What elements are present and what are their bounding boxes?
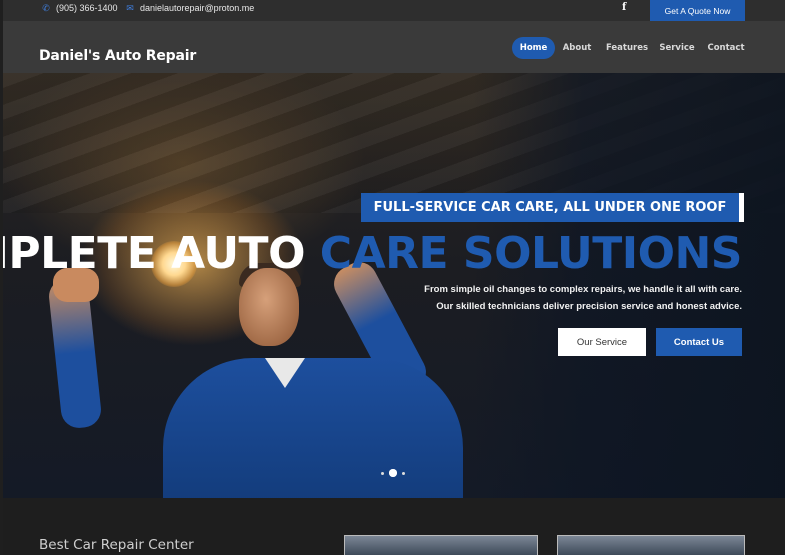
mechanic-figure <box>163 358 463 498</box>
top-bar: ✆ (905) 366-1400 ✉ danielautorepair@prot… <box>3 0 785 21</box>
hero-description-line-2: Our skilled technicians deliver precisio… <box>436 301 742 312</box>
slider-dot[interactable] <box>381 471 384 475</box>
slider-dot-active[interactable] <box>389 469 397 477</box>
page: ✆ (905) 366-1400 ✉ danielautorepair@prot… <box>3 0 785 555</box>
section-title: Best Car Repair Center <box>39 537 194 553</box>
email-address: danielautorepair@proton.me <box>140 3 255 13</box>
phone-number: (905) 366-1400 <box>56 3 118 13</box>
section-image <box>344 535 538 555</box>
get-quote-button[interactable]: Get A Quote Now <box>650 0 745 21</box>
site-brand[interactable]: Daniel's Auto Repair <box>39 48 196 64</box>
hero-tagline: FULL-SERVICE CAR CARE, ALL UNDER ONE ROO… <box>361 193 744 222</box>
section-image <box>557 535 745 555</box>
email-contact[interactable]: ✉ danielautorepair@proton.me <box>125 0 254 16</box>
slider-dots <box>381 469 405 477</box>
nav-home[interactable]: Home <box>512 37 555 59</box>
facebook-icon[interactable]: f <box>622 2 626 13</box>
contact-us-button[interactable]: Contact Us <box>656 328 742 356</box>
hero-description-line-1: From simple oil changes to complex repai… <box>424 284 742 295</box>
hero-slider: FULL-SERVICE CAR CARE, ALL UNDER ONE ROO… <box>3 73 785 498</box>
nav-contact[interactable]: Contact <box>707 37 744 59</box>
nav-service[interactable]: Service <box>659 37 694 59</box>
nav-features[interactable]: Features <box>606 37 648 59</box>
about-section: Best Car Repair Center <box>3 498 785 555</box>
nav-about[interactable]: About <box>562 37 592 59</box>
hero-headline: OMPLETE AUTO CARE SOLUTIONS <box>3 228 743 279</box>
our-service-button[interactable]: Our Service <box>558 328 646 356</box>
phone-icon: ✆ <box>42 2 50 13</box>
site-header: Daniel's Auto Repair Home About Features… <box>3 21 785 73</box>
phone-contact[interactable]: ✆ (905) 366-1400 <box>41 0 118 16</box>
slider-dot[interactable] <box>402 471 405 475</box>
envelope-icon: ✉ <box>126 2 134 13</box>
